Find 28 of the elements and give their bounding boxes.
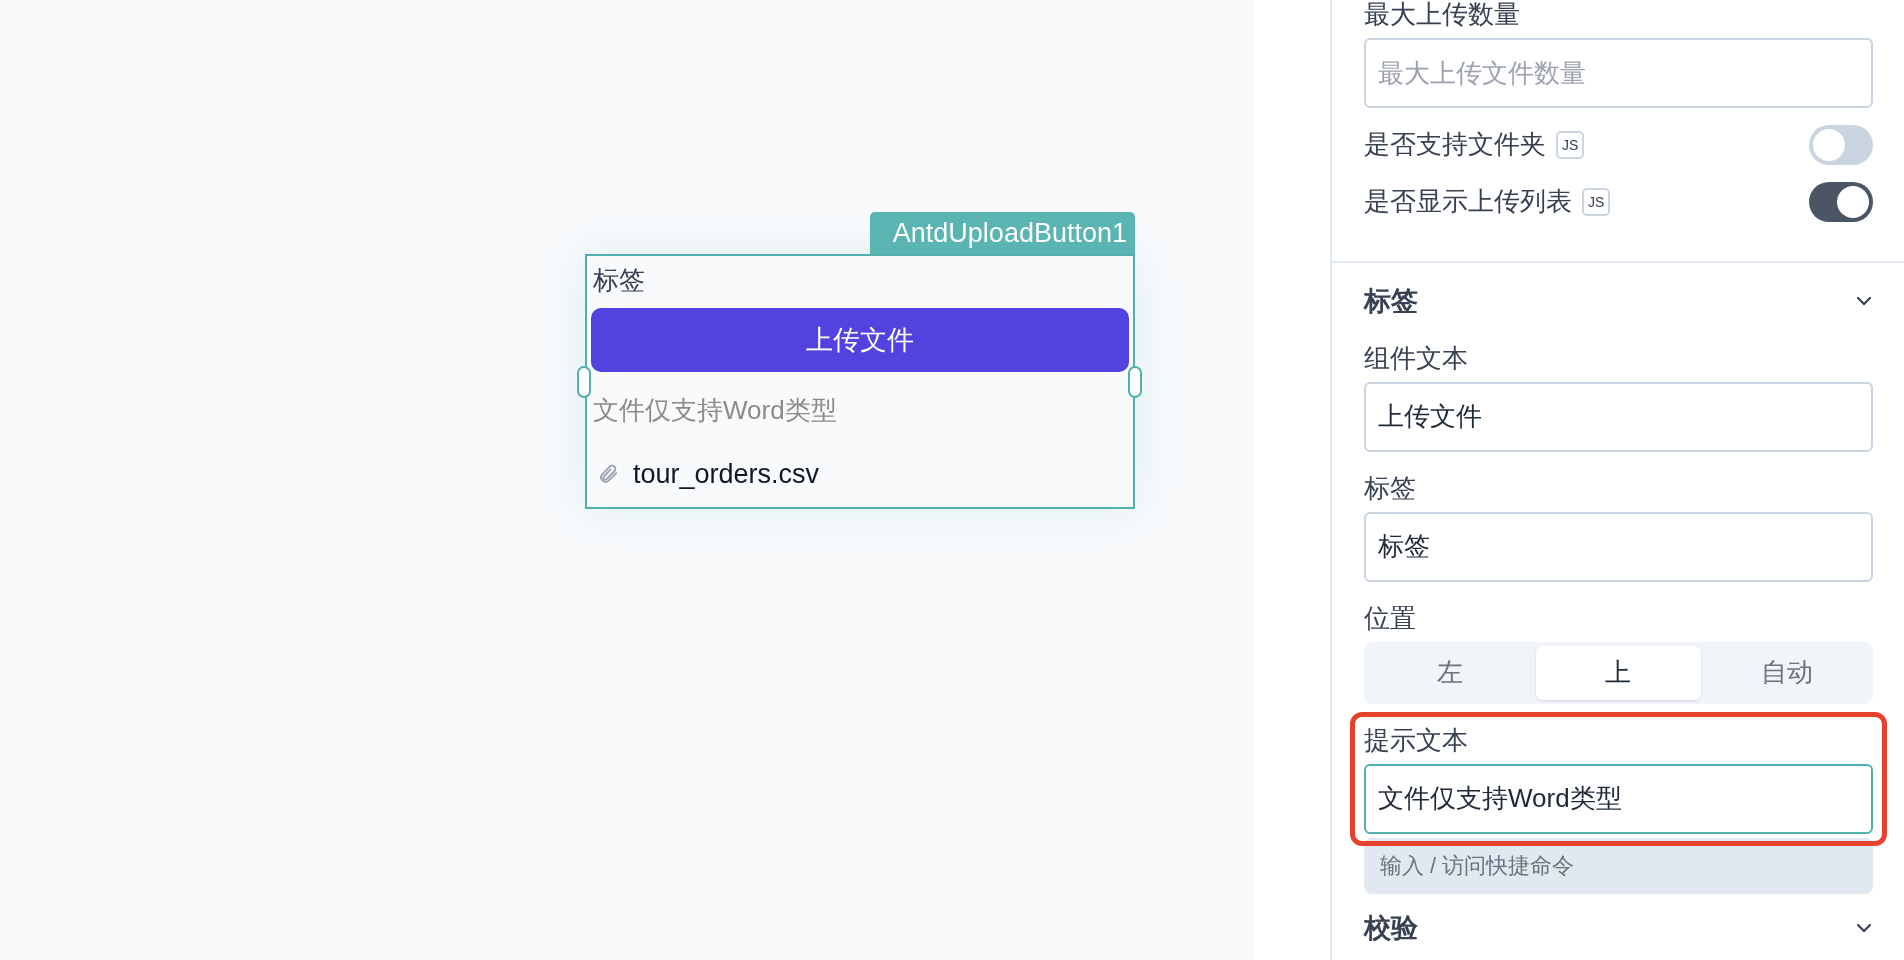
text-input[interactable]: 文件仅支持Word类型 [1364, 763, 1873, 834]
component-tag: AntdUploadButton1 [870, 212, 1135, 254]
field-label: 标签 [1364, 471, 1417, 505]
toggle-switch[interactable] [1809, 124, 1873, 165]
text-input[interactable]: 上传文件 [1364, 381, 1873, 452]
section-title[interactable]: 标签 [1364, 281, 1418, 322]
segment-option[interactable]: 上 [1536, 645, 1701, 700]
field-label: 位置 [1364, 601, 1417, 635]
text-input[interactable]: 标签 [1364, 511, 1873, 582]
upload-button[interactable]: 上传文件 [591, 308, 1129, 372]
section-title[interactable]: 校验 [1364, 907, 1418, 948]
file-name[interactable]: tour_orders.csv [633, 454, 820, 495]
resize-handle[interactable] [1128, 366, 1142, 398]
field-label: 最大上传数量 [1364, 0, 1521, 31]
toggle-switch[interactable] [1809, 181, 1873, 222]
field-label: 提示文本 [1364, 723, 1469, 757]
hint-text: 文件仅支持Word类型 [593, 394, 838, 427]
toggle-label: 是否显示上传列表 [1364, 185, 1572, 218]
resize-handle[interactable] [577, 366, 591, 398]
selected-component-frame[interactable]: 标签 上传文件 文件仅支持Word类型 tour_orders.csv [585, 254, 1135, 509]
field-label: 组件文本 [1364, 341, 1469, 375]
segment-option[interactable]: 左 [1368, 645, 1533, 700]
field-label: 标签 [593, 264, 646, 297]
segment-option[interactable]: 自动 [1704, 645, 1869, 700]
js-badge[interactable]: JS [1582, 187, 1611, 216]
number-input[interactable]: 最大上传文件数量 [1364, 38, 1873, 108]
toggle-label: 是否支持文件夹 [1364, 128, 1546, 161]
js-badge[interactable]: JS [1556, 130, 1585, 159]
